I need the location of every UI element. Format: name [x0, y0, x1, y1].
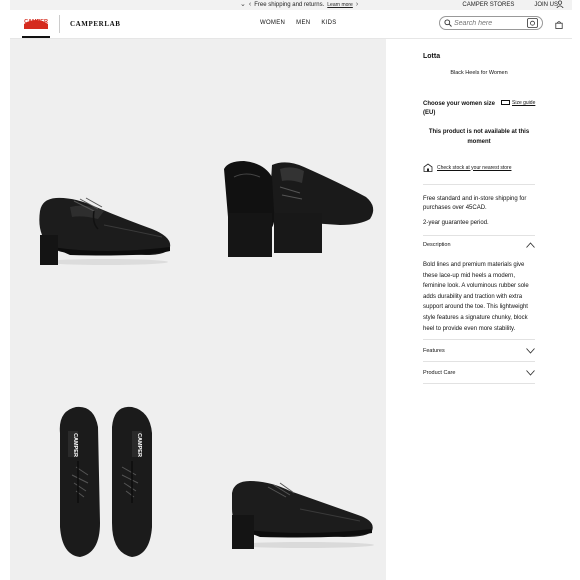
accordion-product-care[interactable]: Product Care: [423, 370, 535, 376]
learn-more-link[interactable]: Learn more: [327, 0, 353, 10]
divider: [423, 339, 535, 340]
divider: [423, 235, 535, 236]
site-header: CAMPER CAMPERLAB WOMEN MEN KIDS: [10, 10, 572, 39]
product-image-top[interactable]: CAMPER CAMPER: [56, 403, 156, 563]
size-guide-label: Size guide: [512, 100, 536, 106]
shopping-bag-icon[interactable]: [555, 21, 563, 29]
accordion-features[interactable]: Features: [423, 348, 535, 354]
nav-women[interactable]: WOMEN: [260, 20, 285, 26]
product-description: Bold lines and premium materials give th…: [423, 262, 529, 332]
promo-bar: ⌄ ‹ Free shipping and returns. Learn mor…: [10, 0, 572, 10]
promo-message: ⌄ ‹ Free shipping and returns. Learn mor…: [240, 0, 358, 10]
page-frame: ⌄ ‹ Free shipping and returns. Learn mor…: [10, 0, 572, 580]
guarantee-info: 2-year guarantee period.: [423, 220, 489, 226]
product-image-profile[interactable]: [220, 475, 380, 555]
search-box: [439, 16, 543, 30]
user-icon[interactable]: [556, 0, 564, 8]
camper-stores-link[interactable]: CAMPER STORES: [462, 0, 514, 10]
camperlab-link[interactable]: CAMPERLAB: [70, 20, 121, 28]
product-image-back[interactable]: [220, 157, 380, 262]
size-label: Choose your women size (EU): [423, 101, 496, 116]
search-input[interactable]: [454, 18, 524, 28]
ruler-icon: [501, 100, 510, 106]
join-us-link[interactable]: JOIN US: [534, 0, 558, 10]
check-stock-link[interactable]: Check stock at your nearest store: [423, 163, 511, 172]
size-guide-link[interactable]: Size guide: [501, 100, 535, 107]
accordion-product-care-label: Product Care: [423, 370, 456, 376]
insole-logo-right: CAMPER: [136, 433, 142, 457]
shipping-info: Free standard and in-store shipping for …: [423, 196, 527, 211]
chevron-down-icon[interactable]: [526, 348, 535, 354]
chevron-up-icon[interactable]: [526, 242, 535, 248]
top-links: CAMPER STORES JOIN US: [462, 0, 558, 10]
nav-men[interactable]: MEN: [296, 20, 310, 26]
insole-logo-left: CAMPER: [72, 433, 78, 457]
nav-kids[interactable]: KIDS: [321, 20, 336, 26]
promo-text: Free shipping and returns.: [254, 2, 325, 8]
product-category: Black Heels for Women: [450, 70, 508, 76]
chevron-down-icon[interactable]: [526, 370, 535, 376]
logo-underline: [22, 36, 50, 38]
camper-logo-mark: CAMPER: [22, 15, 50, 31]
camper-logo[interactable]: CAMPER: [22, 15, 50, 38]
divider: [423, 184, 535, 185]
main-nav: WOMEN MEN KIDS: [260, 20, 337, 26]
divider: [423, 361, 535, 362]
product-image-side[interactable]: [34, 189, 174, 274]
svg-text:CAMPER: CAMPER: [24, 19, 48, 25]
product-name: Lotta: [423, 53, 441, 60]
accordion-features-label: Features: [423, 348, 445, 354]
visual-search-icon[interactable]: [527, 18, 538, 28]
check-stock-label: Check stock at your nearest store: [437, 164, 512, 171]
chevron-right-icon[interactable]: ›: [356, 0, 358, 10]
unavailable-message: This product is not available at this mo…: [428, 129, 530, 145]
search-icon[interactable]: [444, 19, 452, 27]
chevron-left-icon[interactable]: ‹: [249, 0, 251, 10]
chevron-down-icon[interactable]: ⌄: [240, 0, 246, 10]
accordion-description-label: Description: [423, 242, 451, 248]
accordion-description[interactable]: Description: [423, 242, 535, 248]
store-icon: [423, 163, 433, 172]
product-gallery: CAMPER CAMPER: [10, 39, 386, 580]
header-divider: [59, 15, 60, 33]
divider: [423, 383, 535, 384]
